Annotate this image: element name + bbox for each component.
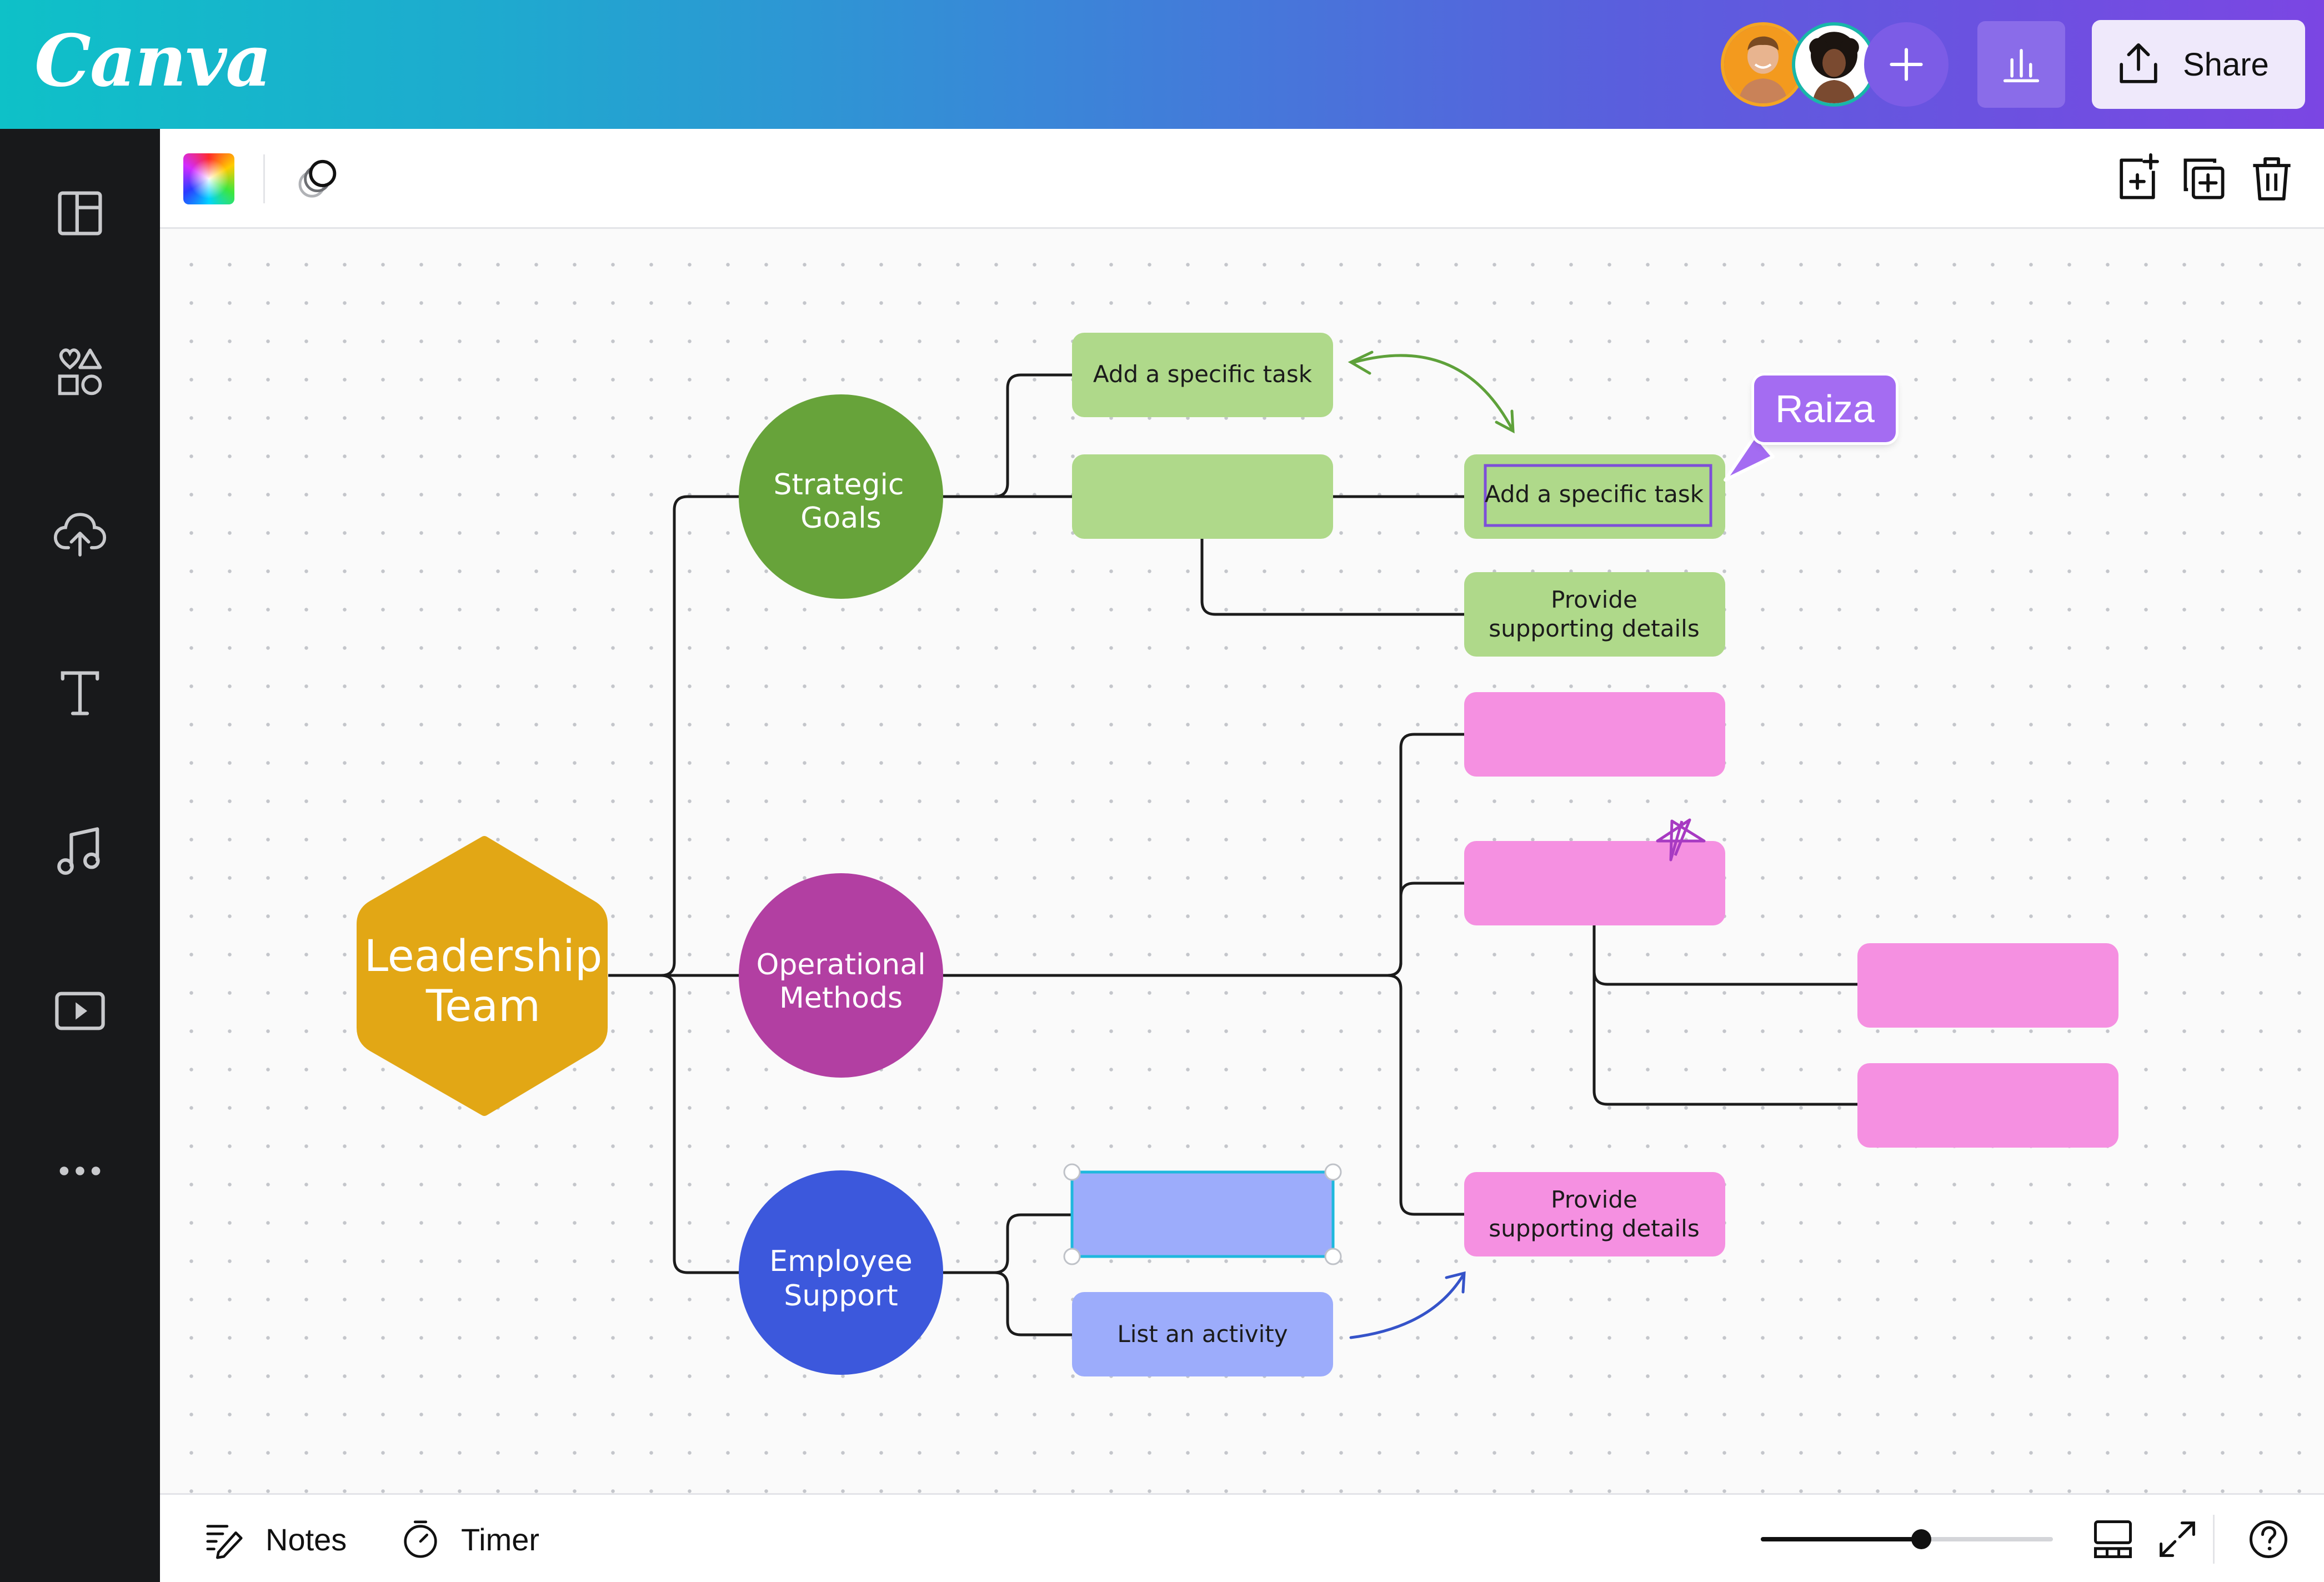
editor-toolbar [160, 129, 2324, 229]
text-icon[interactable] [51, 664, 109, 722]
resize-handle[interactable] [1324, 1163, 1342, 1181]
add-collaborator-button[interactable] [1864, 22, 1949, 107]
upload-share-icon [2120, 43, 2157, 83]
delete-icon[interactable] [2245, 152, 2298, 206]
resize-handle[interactable] [1063, 1163, 1081, 1181]
task-box-label: Add a specific task [1093, 361, 1313, 388]
insights-button[interactable] [1977, 21, 2065, 108]
plus-icon [1890, 48, 1923, 81]
branch-label-line1: Employee [769, 1245, 913, 1278]
timer-label: Timer [461, 1521, 540, 1557]
elements-shapes-icon[interactable] [51, 344, 109, 402]
branch-node-operational-methods[interactable]: Operational Methods [739, 873, 943, 1078]
selected-blue-box[interactable] [1063, 1163, 1342, 1265]
videos-play-icon[interactable] [51, 982, 109, 1040]
color-picker-icon[interactable] [183, 153, 234, 204]
toolbar-divider [263, 154, 265, 203]
share-label: Share [2183, 46, 2269, 83]
details-label-line2: supporting details [1489, 1215, 1699, 1242]
collaborator-cursor-label: Raiza [1754, 376, 1896, 442]
duplicate-icon[interactable] [2177, 152, 2231, 206]
branch-label-line1: Strategic [773, 468, 904, 502]
branch-label-line1: Operational [756, 948, 925, 982]
details-label-line2: supporting details [1489, 615, 1699, 642]
share-button[interactable]: Share [2092, 20, 2305, 109]
details-box-green[interactable]: Provide supporting details [1464, 572, 1725, 657]
canva-logo[interactable]: Canva [34, 17, 272, 106]
timer-button[interactable]: Timer [399, 1517, 539, 1561]
uploads-cloud-icon[interactable] [51, 504, 109, 562]
left-sidebar [0, 129, 160, 1582]
audio-music-icon[interactable] [51, 823, 109, 881]
bottom-divider [2213, 1515, 2215, 1564]
add-page-icon[interactable] [2111, 152, 2164, 206]
task-box-top[interactable]: Add a specific task [1072, 333, 1333, 417]
bar-chart-icon [2003, 49, 2040, 83]
empty-task-box[interactable] [1072, 454, 1333, 539]
notes-button[interactable]: Notes [203, 1517, 347, 1561]
task-box-selected[interactable]: Add a specific task [1464, 454, 1725, 539]
activity-label: List an activity [1117, 1320, 1288, 1348]
branch-label-line2: Support [784, 1279, 898, 1313]
zoom-slider-fill [1761, 1537, 1921, 1541]
zoom-slider-handle[interactable] [1911, 1529, 1931, 1549]
branch-label-line2: Goals [800, 502, 881, 535]
resize-handle[interactable] [1063, 1248, 1081, 1265]
root-label-line1: Leadership [364, 932, 603, 982]
details-label-line1: Provide [1551, 586, 1637, 613]
zoom-slider[interactable] [1761, 1529, 2053, 1549]
empty-pink-box[interactable] [1857, 943, 2118, 1028]
activity-box[interactable]: List an activity [1072, 1292, 1333, 1376]
top-bar: Canva Share [0, 0, 2324, 129]
bottom-bar: Notes Timer [160, 1493, 2324, 1582]
branch-label-line2: Methods [779, 982, 903, 1015]
fullscreen-expand-icon[interactable] [2154, 1516, 2201, 1563]
empty-pink-box[interactable] [1464, 841, 1725, 925]
empty-pink-box[interactable] [1464, 692, 1725, 777]
page-grid-view-icon[interactable] [2090, 1516, 2136, 1563]
templates-layout-icon[interactable] [51, 184, 109, 242]
details-box-pink[interactable]: Provide supporting details [1464, 1172, 1725, 1256]
transparency-icon[interactable] [293, 152, 347, 206]
timer-stopwatch-icon [404, 1520, 437, 1558]
branch-node-employee-support[interactable]: Employee Support [739, 1170, 943, 1375]
resize-handle[interactable] [1324, 1248, 1342, 1265]
notes-label: Notes [266, 1521, 347, 1557]
help-icon[interactable] [2245, 1516, 2292, 1563]
root-label-line2: Team [425, 982, 540, 1032]
details-label-line1: Provide [1551, 1186, 1637, 1213]
empty-pink-box[interactable] [1857, 1063, 2118, 1148]
notes-pencil-icon [206, 1525, 243, 1559]
more-dots-icon[interactable] [51, 1142, 109, 1200]
task-box-label: Add a specific task [1485, 480, 1704, 508]
branch-node-strategic-goals[interactable]: Strategic Goals [739, 394, 943, 599]
